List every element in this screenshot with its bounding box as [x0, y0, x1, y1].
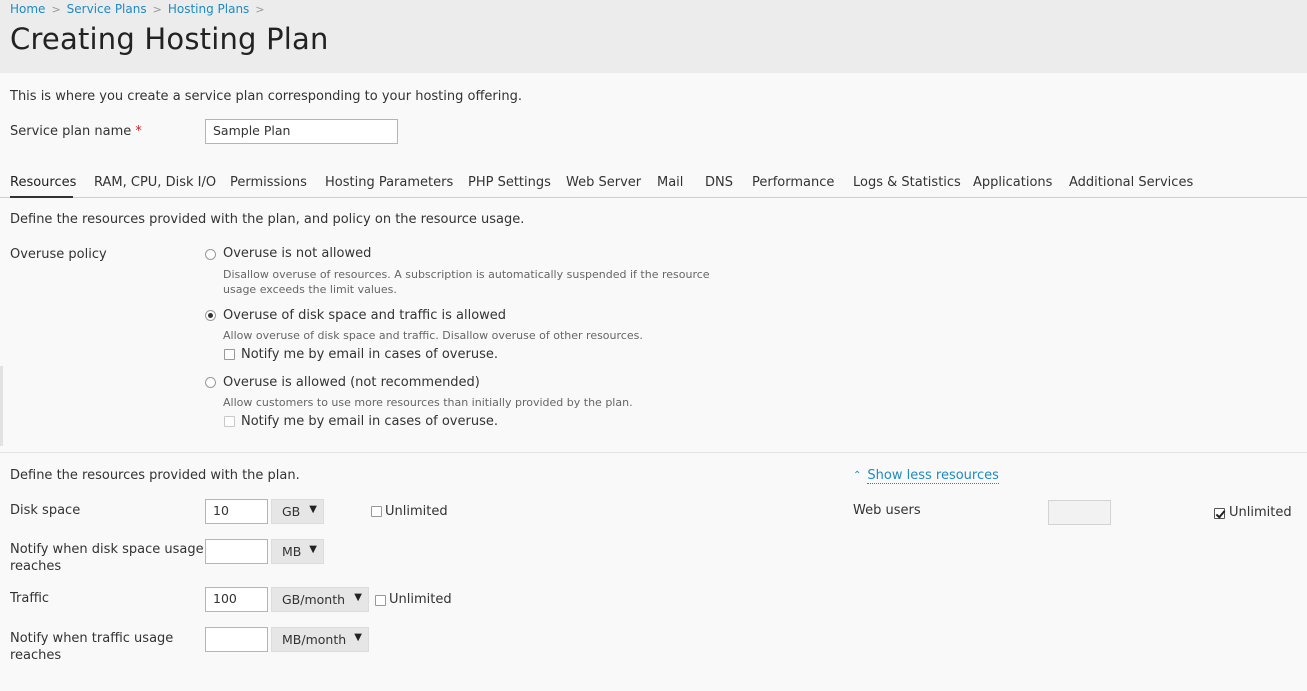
- service-plan-name-label: Service plan name *: [10, 124, 142, 139]
- dropdown-arrow-icon: ▼: [354, 632, 362, 643]
- section-divider: [0, 452, 1307, 453]
- disk-space-unit-value: GB: [282, 504, 301, 519]
- tab-php-settings[interactable]: PHP Settings: [468, 175, 551, 198]
- traffic-unlimited-checkbox[interactable]: [375, 595, 386, 606]
- notify-overuse-disabled-checkbox[interactable]: [224, 416, 235, 427]
- traffic-notify-unit-select[interactable]: MB/month ▼: [271, 627, 369, 652]
- resources-intro: Define the resources provided with the p…: [10, 212, 525, 227]
- breadcrumb-home[interactable]: Home: [10, 2, 45, 16]
- breadcrumb-hosting-plans[interactable]: Hosting Plans: [168, 2, 249, 16]
- notify-overuse-label[interactable]: Notify me by email in cases of overuse.: [241, 347, 498, 362]
- intro-text: This is where you create a service plan …: [10, 89, 523, 104]
- notify-overuse-checkbox[interactable]: [224, 349, 235, 360]
- tab-permissions[interactable]: Permissions: [230, 175, 307, 198]
- tab-logs-statistics[interactable]: Logs & Statistics: [853, 175, 961, 198]
- overuse-disk-traffic-radio[interactable]: [205, 310, 216, 321]
- limits-intro: Define the resources provided with the p…: [10, 468, 300, 483]
- tab-web-server[interactable]: Web Server: [566, 175, 641, 198]
- dropdown-arrow-icon: ▼: [309, 544, 317, 555]
- breadcrumb-service-plans[interactable]: Service Plans: [67, 2, 147, 16]
- traffic-unlimited-label[interactable]: Unlimited: [389, 592, 452, 607]
- tab-additional-services[interactable]: Additional Services: [1069, 175, 1193, 198]
- overuse-policy-label: Overuse policy: [10, 247, 107, 262]
- tab-dns[interactable]: DNS: [705, 175, 733, 198]
- show-less-resources-link[interactable]: Show less resources: [867, 468, 999, 484]
- service-plan-name-label-text: Service plan name: [10, 124, 132, 139]
- breadcrumb: Home > Service Plans > Hosting Plans >: [10, 2, 271, 16]
- overuse-not-allowed-label[interactable]: Overuse is not allowed: [223, 246, 371, 261]
- notify-overuse-disabled-label: Notify me by email in cases of overuse.: [241, 414, 498, 429]
- web-users-unlimited-checkbox[interactable]: [1214, 508, 1225, 519]
- tab-mail[interactable]: Mail: [657, 175, 683, 198]
- tab-bar: Resources RAM, CPU, Disk I/O Permissions…: [0, 175, 1307, 198]
- disk-space-unit-select[interactable]: GB ▼: [271, 499, 324, 524]
- traffic-unit-select[interactable]: GB/month ▼: [271, 587, 369, 612]
- overuse-allowed-label[interactable]: Overuse is allowed (not recommended): [223, 375, 480, 390]
- web-users-unlimited-label[interactable]: Unlimited: [1229, 505, 1292, 520]
- tab-hosting-parameters[interactable]: Hosting Parameters: [325, 175, 453, 198]
- required-marker: *: [135, 124, 142, 139]
- disk-space-unlimited-checkbox[interactable]: [371, 506, 382, 517]
- web-users-input[interactable]: [1048, 500, 1111, 525]
- disk-space-input[interactable]: 10: [205, 499, 268, 524]
- traffic-unit-value: GB/month: [282, 592, 346, 607]
- breadcrumb-separator: >: [255, 3, 265, 16]
- page-title: Creating Hosting Plan: [10, 22, 329, 56]
- chevron-up-icon: ⌃: [853, 470, 862, 481]
- traffic-label: Traffic: [10, 591, 50, 606]
- tab-ram-cpu-disk-io[interactable]: RAM, CPU, Disk I/O: [94, 175, 216, 198]
- tab-resources[interactable]: Resources: [10, 175, 76, 198]
- overuse-disk-traffic-label[interactable]: Overuse of disk space and traffic is all…: [223, 308, 506, 323]
- traffic-notify-input[interactable]: [205, 627, 268, 652]
- disk-notify-input[interactable]: [205, 539, 268, 564]
- overuse-not-allowed-hint-line1: Disallow overuse of resources. A subscri…: [223, 268, 710, 281]
- traffic-notify-label-line2: reaches: [10, 648, 62, 663]
- traffic-notify-label-line1: Notify when traffic usage: [10, 631, 174, 646]
- disk-space-label: Disk space: [10, 503, 81, 518]
- overuse-not-allowed-hint-line2: usage exceeds the limit values.: [223, 283, 397, 296]
- web-users-label: Web users: [853, 503, 921, 518]
- dropdown-arrow-icon: ▼: [309, 504, 317, 515]
- breadcrumb-separator: >: [51, 3, 61, 16]
- disk-notify-unit-value: MB: [282, 544, 302, 559]
- left-edge-marker: [0, 366, 3, 446]
- tab-applications[interactable]: Applications: [973, 175, 1052, 198]
- overuse-disk-traffic-hint: Allow overuse of disk space and traffic.…: [223, 329, 643, 342]
- tab-performance[interactable]: Performance: [752, 175, 834, 198]
- page-header: Home > Service Plans > Hosting Plans > Creati…: [0, 0, 1307, 73]
- service-plan-name-input[interactable]: Sample Plan: [205, 119, 398, 144]
- disk-space-unlimited-label[interactable]: Unlimited: [385, 504, 448, 519]
- disk-notify-label-line1: Notify when disk space usage: [10, 542, 204, 557]
- traffic-input[interactable]: 100: [205, 587, 268, 612]
- show-less-resources-toggle[interactable]: ⌃ Show less resources: [853, 468, 999, 484]
- overuse-allowed-hint: Allow customers to use more resources th…: [223, 396, 633, 409]
- disk-notify-unit-select[interactable]: MB ▼: [271, 539, 324, 564]
- overuse-allowed-radio[interactable]: [205, 377, 216, 388]
- breadcrumb-separator: >: [152, 3, 162, 16]
- traffic-notify-unit-value: MB/month: [282, 632, 347, 647]
- disk-notify-label-line2: reaches: [10, 559, 62, 574]
- dropdown-arrow-icon: ▼: [354, 592, 362, 603]
- overuse-not-allowed-radio[interactable]: [205, 249, 216, 260]
